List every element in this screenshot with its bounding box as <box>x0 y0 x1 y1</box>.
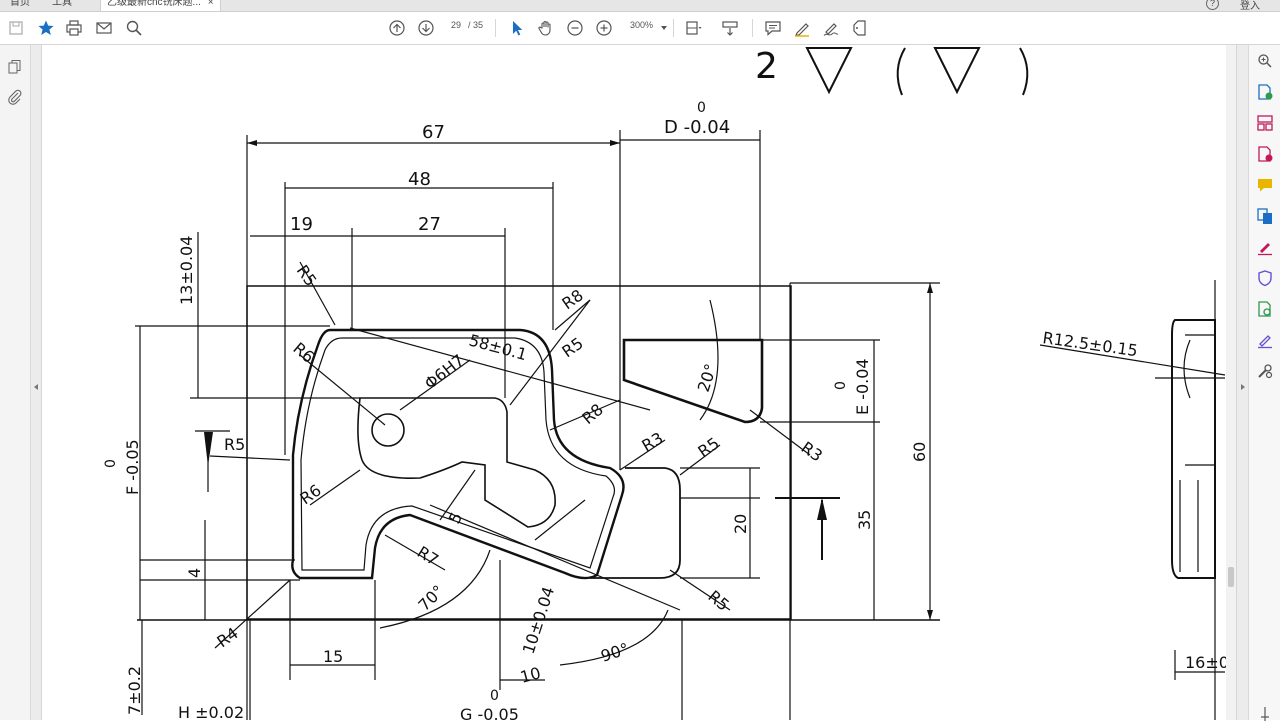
radius-r5-left: R5 <box>224 435 245 454</box>
radius-r5-right: R5 <box>694 433 722 461</box>
panel-settings-icon[interactable] <box>1256 705 1274 723</box>
dim-4: 4 <box>185 568 204 578</box>
tab-strip: 首页 工具 乙级最新cnc铣床题... × ? 登入 <box>0 0 1280 12</box>
toolbar-separator <box>495 19 496 37</box>
next-page-icon[interactable] <box>416 18 436 38</box>
angle-70: 70° <box>414 581 447 614</box>
vertical-scrollbar[interactable] <box>1226 45 1236 720</box>
zoom-level-select[interactable]: 300% <box>630 20 653 30</box>
dim-15: 15 <box>323 647 343 666</box>
radius-r5-bottom: R5 <box>704 587 733 615</box>
dim-60: 60 <box>910 442 929 462</box>
zoom-dropdown-chevron-icon[interactable] <box>661 26 667 30</box>
previous-page-icon[interactable] <box>387 18 407 38</box>
fill-and-sign-icon[interactable] <box>1256 238 1274 256</box>
select-cursor-icon[interactable] <box>507 18 527 38</box>
fill-sign-icon[interactable] <box>851 18 871 38</box>
dim-H: H ±0.02 <box>178 703 244 720</box>
email-icon[interactable] <box>94 18 114 38</box>
technical-drawing: 2 67 D -0.04 0 48 19 27 13±0.04 R5 R8 R5… <box>103 46 1226 720</box>
save-icon[interactable] <box>6 18 26 38</box>
send-signature-icon[interactable] <box>1256 331 1274 349</box>
dim-G: G -0.05 <box>460 705 519 720</box>
scroll-mode-icon[interactable] <box>720 18 740 38</box>
help-icon[interactable]: ? <box>1206 0 1219 10</box>
radius-r5-mid: R5 <box>558 333 586 361</box>
dim-67: 67 <box>422 122 445 143</box>
draw-signature-icon[interactable] <box>821 18 841 38</box>
create-pdf-icon[interactable] <box>1256 83 1274 101</box>
toolbar-separator <box>752 19 753 37</box>
export-pdf-icon[interactable] <box>1256 145 1274 163</box>
page-thumbnails-icon[interactable] <box>7 59 23 75</box>
dim-E: E -0.04 <box>853 358 872 415</box>
attachment-paperclip-icon[interactable] <box>7 89 23 105</box>
highlight-pen-icon[interactable] <box>792 18 812 38</box>
combine-files-icon[interactable] <box>1256 207 1274 225</box>
more-tools-icon[interactable] <box>1256 362 1274 380</box>
dim-D-zero: 0 <box>697 100 706 116</box>
collapse-right-arrow-icon[interactable] <box>1241 384 1245 390</box>
radius-r8-mid: R8 <box>578 400 607 428</box>
bookmark-star-icon[interactable] <box>36 18 56 38</box>
sign-in-link[interactable]: 登入 <box>1240 0 1260 11</box>
left-navigation-panel <box>0 45 31 720</box>
enhance-scan-icon[interactable] <box>1256 300 1274 318</box>
tab-tools[interactable]: 工具 <box>52 0 72 11</box>
dim-G-zero: 0 <box>490 688 499 704</box>
tab-document[interactable]: 乙级最新cnc铣床题... × <box>100 0 221 11</box>
tab-close-icon[interactable]: × <box>208 0 214 8</box>
comment-tool-icon[interactable] <box>1256 176 1274 194</box>
organize-pages-icon[interactable] <box>1256 114 1274 132</box>
dim-19: 19 <box>290 214 313 235</box>
dim-10: 10 <box>518 663 543 687</box>
radius-r12-5: R12.5±0.15 <box>1041 328 1138 360</box>
tab-document-label: 乙级最新cnc铣床题... <box>107 0 201 8</box>
collapse-left-arrow-icon[interactable] <box>34 384 38 390</box>
right-panel-collapse-handle[interactable] <box>1236 45 1248 720</box>
dim-7: 7±0.2 <box>125 666 144 715</box>
main-toolbar: 29 / 35 300% <box>0 12 1280 45</box>
zoom-in-icon[interactable] <box>594 18 614 38</box>
dim-13: 13±0.04 <box>177 236 196 305</box>
toolbar-separator <box>673 19 674 37</box>
right-tools-panel <box>1248 45 1280 723</box>
hand-tool-icon[interactable] <box>536 18 556 38</box>
dim-20: 20 <box>731 514 750 534</box>
page-total-label: / 35 <box>468 20 484 30</box>
fit-page-icon[interactable] <box>683 18 703 38</box>
search-icon[interactable] <box>124 18 144 38</box>
zoom-search-icon[interactable] <box>1256 52 1274 70</box>
radius-r3-right: R3 <box>798 438 826 466</box>
protect-shield-icon[interactable] <box>1256 269 1274 287</box>
dim-48: 48 <box>408 169 431 190</box>
scrollbar-thumb[interactable] <box>1228 567 1234 587</box>
left-panel-collapse-handle[interactable] <box>31 45 42 720</box>
tab-home[interactable]: 首页 <box>10 0 30 11</box>
dim-F-zero: 0 <box>103 459 119 468</box>
dim-35: 35 <box>855 510 874 530</box>
dim-E-zero: 0 <box>833 381 849 390</box>
surface-finish-number: 2 <box>755 46 778 87</box>
dim-58: 58±0.1 <box>467 331 529 365</box>
dim-F: F -0.05 <box>123 439 142 495</box>
angle-20: 20° <box>694 361 721 394</box>
diameter-6H7: Φ6H7 <box>421 350 468 393</box>
radius-r3-mid: R3 <box>639 428 667 455</box>
comment-icon[interactable] <box>763 18 783 38</box>
document-view: 2 67 D -0.04 0 48 19 27 13±0.04 R5 R8 R5… <box>43 45 1226 720</box>
radius-r6-upper: R6 <box>289 339 318 367</box>
angle-90: 90° <box>598 639 631 666</box>
dim-27: 27 <box>418 214 441 235</box>
print-icon[interactable] <box>64 18 84 38</box>
zoom-out-icon[interactable] <box>565 18 585 38</box>
dim-16: 16±0 <box>1185 653 1226 672</box>
page-number-input[interactable]: 29 <box>451 20 461 30</box>
dim-D: D -0.04 <box>664 117 730 138</box>
